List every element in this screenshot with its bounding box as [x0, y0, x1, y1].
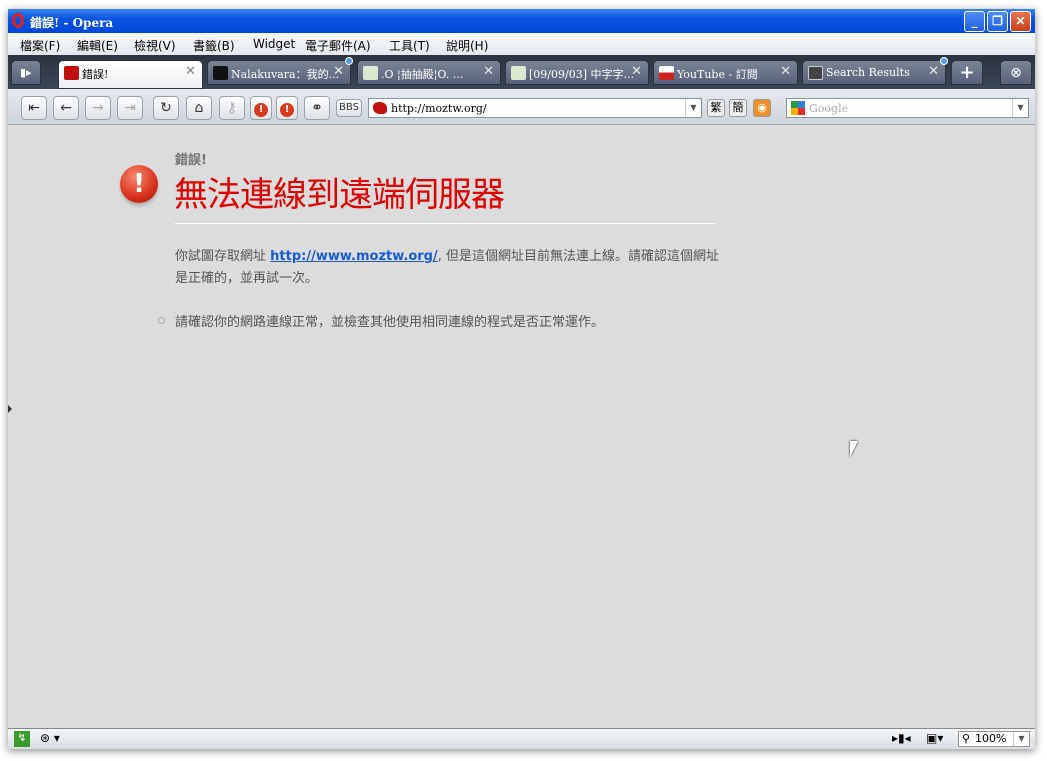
suggestion-item: 請確認你的網路連線正常，並檢查其他使用相同連線的程式是否正常運作。 — [175, 315, 605, 330]
bullet-icon — [158, 317, 165, 324]
youtube-favicon-icon — [659, 66, 674, 80]
s9-favicon-icon — [808, 66, 823, 80]
moztw-favicon-icon — [64, 66, 79, 80]
menu-bookmarks[interactable]: 書籤(B) — [193, 37, 235, 54]
restore-button[interactable]: ❐ — [987, 11, 1008, 32]
tab-error[interactable]: 錯誤! ✕ — [58, 60, 203, 89]
panel-handle-icon[interactable] — [8, 405, 12, 413]
divider — [175, 223, 715, 224]
error-icon: ! — [120, 165, 158, 203]
browser-window: 錯誤! - Opera _ ❐ ✕ 檔案(F) 編輯(E) 檢視(V) 書籤(B… — [8, 9, 1035, 749]
new-tab-button[interactable]: + — [951, 60, 983, 85]
site-favicon-icon — [213, 66, 228, 80]
tab-bar: ▮▸ 錯誤! ✕ Nalakuvara：我的... ✕ .O ¦抽抽殿¦O. ...… — [8, 55, 1035, 89]
close-tab-icon[interactable]: ✕ — [780, 64, 791, 79]
alert-icon: ! — [280, 103, 294, 117]
rewind-button[interactable]: ⇤ — [21, 96, 47, 120]
tab-label: YouTube - 訂閱 — [677, 68, 758, 81]
unite-icon[interactable]: ⊛ ▾ — [40, 731, 60, 745]
tab-label: Search Results — [826, 66, 910, 79]
error-message: 你試圖存取網址 http://www.moztw.org/, 但是這個網址目前無… — [175, 246, 720, 290]
unread-indicator — [345, 57, 353, 65]
menu-tools[interactable]: 工具(T) — [389, 37, 430, 54]
close-tab-icon[interactable]: ✕ — [483, 64, 494, 79]
search-input[interactable] — [809, 100, 999, 116]
magnifier-icon: ⚲ — [962, 732, 971, 745]
close-tab-icon[interactable]: ✕ — [185, 64, 196, 79]
menu-mail[interactable]: 電子郵件(A) — [305, 37, 371, 54]
close-tab-icon[interactable]: ✕ — [928, 64, 939, 79]
tab-subtitle[interactable]: [09/09/03] 中字字... ✕ — [505, 60, 649, 85]
address-dropdown-icon[interactable]: ▼ — [685, 99, 701, 117]
bbs-button[interactable]: BBS — [336, 99, 362, 117]
close-tab-icon[interactable]: ✕ — [631, 64, 642, 79]
menu-view[interactable]: 檢視(V) — [134, 37, 176, 54]
sync-icon[interactable]: ↯ — [14, 731, 30, 747]
page-content: ! 錯誤! 無法連線到遠端伺服器 你試圖存取網址 http://www.mozt… — [8, 125, 1035, 728]
rss-feed-icon[interactable]: ◉ — [753, 99, 771, 117]
search-box[interactable]: ▼ — [786, 98, 1029, 118]
moztw-favicon-icon — [373, 102, 387, 114]
back-button[interactable]: ← — [53, 96, 79, 120]
error-heading: 無法連線到遠端伺服器 — [174, 175, 505, 215]
address-input[interactable] — [391, 100, 671, 116]
menu-edit[interactable]: 編輯(E) — [77, 37, 118, 54]
tab-label: 錯誤! — [82, 68, 109, 81]
google-logo-icon — [791, 101, 805, 115]
alert-button-1[interactable]: ! — [250, 96, 272, 120]
binoculars-button[interactable]: ⚭ — [304, 96, 330, 120]
page-icon — [511, 66, 526, 80]
status-bar: ↯ ⊛ ▾ ▸▮◂ ▣▾ ⚲ 100% ▼ — [8, 728, 1035, 749]
page-icon — [363, 66, 378, 80]
opera-logo-icon — [12, 13, 24, 28]
fast-forward-button[interactable]: ⇥ — [117, 96, 143, 120]
search-engine-dropdown-icon[interactable]: ▼ — [1012, 99, 1028, 117]
message-text: 你試圖存取網址 — [175, 249, 271, 264]
url-link[interactable]: http://www.moztw.org/ — [270, 249, 438, 264]
mouse-cursor-icon — [850, 441, 858, 457]
close-tab-icon[interactable]: ✕ — [333, 64, 344, 79]
tab-choucho[interactable]: .O ¦抽抽殿¦O. ... ✕ — [357, 60, 501, 85]
tab-youtube[interactable]: YouTube - 訂閱 ✕ — [653, 60, 798, 85]
unread-indicator — [940, 57, 948, 65]
window-title: 錯誤! - Opera — [30, 16, 114, 30]
tab-label: Nalakuvara：我的... — [231, 68, 340, 81]
menu-bar: 檔案(F) 編輯(E) 檢視(V) 書籤(B) Widget 電子郵件(A) 工… — [8, 33, 1035, 55]
panel-toggle-button[interactable]: ▮▸ — [11, 60, 41, 85]
traditional-chinese-button[interactable]: 繁 — [707, 99, 725, 117]
alert-button-2[interactable]: ! — [276, 96, 298, 120]
alert-icon: ! — [254, 103, 268, 117]
simplified-chinese-button[interactable]: 簡 — [729, 99, 747, 117]
tab-label: [09/09/03] 中字字... — [529, 68, 634, 81]
error-subtitle: 錯誤! — [175, 153, 207, 168]
zoom-dropdown-icon[interactable]: ▼ — [1013, 732, 1029, 746]
tab-search-results[interactable]: Search Results ✕ — [802, 57, 948, 85]
tab-nalakuvara[interactable]: Nalakuvara：我的... ✕ — [207, 57, 353, 85]
tab-label: .O ¦抽抽殿¦O. ... — [381, 68, 464, 81]
title-bar: 錯誤! - Opera _ ❐ ✕ — [8, 9, 1035, 33]
image-display-icon[interactable]: ▣▾ — [926, 731, 943, 745]
address-bar[interactable]: ▼ — [368, 98, 702, 118]
zoom-control[interactable]: ⚲ 100% ▼ — [958, 731, 1030, 747]
menu-help[interactable]: 說明(H) — [446, 37, 488, 54]
menu-widget[interactable]: Widget — [253, 37, 295, 51]
forward-button[interactable]: → — [85, 96, 111, 120]
panel-toggle-icon[interactable]: ▸▮◂ — [892, 731, 911, 745]
security-key-button[interactable]: ⚷ — [219, 96, 245, 120]
close-button[interactable]: ✕ — [1010, 11, 1031, 32]
menu-file[interactable]: 檔案(F) — [20, 37, 60, 54]
navigation-toolbar: ⇤ ← → ⇥ ↻ ⌂ ⚷ ! ! ⚭ BBS ▼ 繁 簡 ◉ ▼ — [8, 89, 1035, 125]
home-button[interactable]: ⌂ — [186, 96, 212, 120]
closed-tabs-trash-button[interactable]: ⊗ — [1000, 60, 1032, 85]
reload-button[interactable]: ↻ — [153, 96, 179, 120]
minimize-button[interactable]: _ — [964, 11, 985, 32]
zoom-level: 100% — [975, 732, 1007, 745]
